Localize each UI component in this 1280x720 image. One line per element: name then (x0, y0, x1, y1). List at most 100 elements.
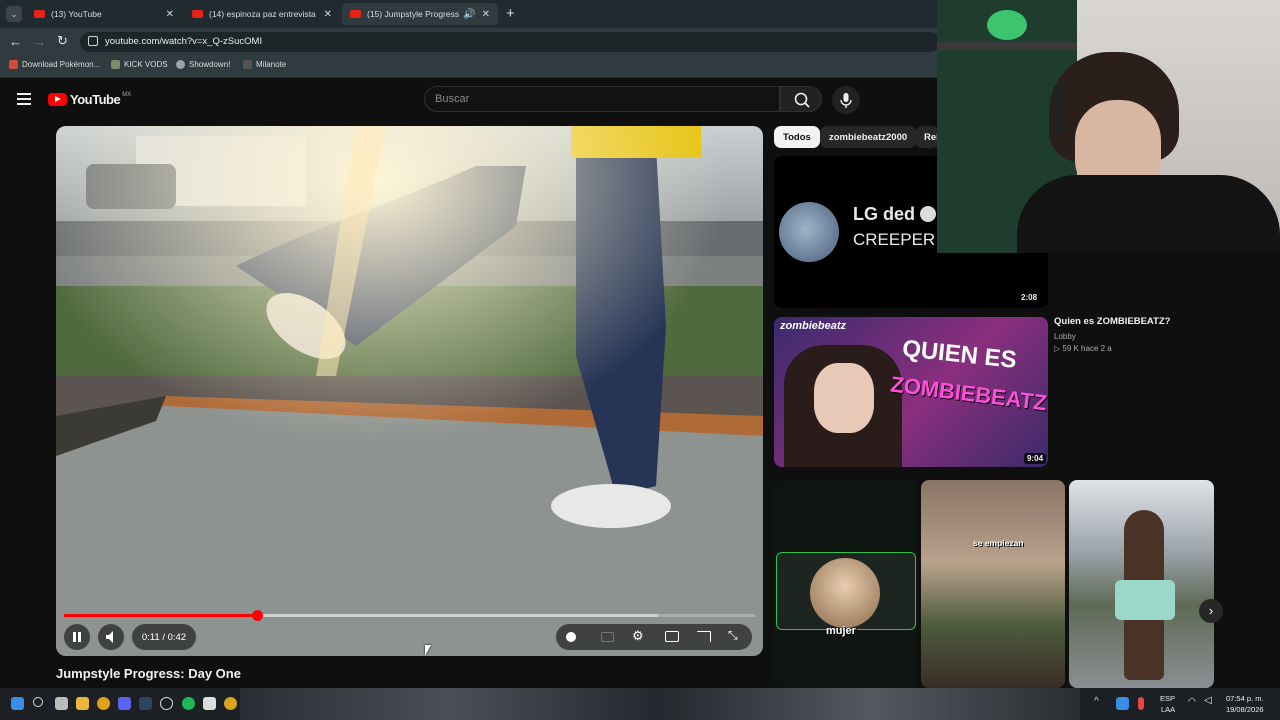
tray-chevron-icon[interactable]: ^ (1094, 696, 1099, 707)
webcam-overlay (937, 0, 1280, 253)
search-button[interactable] (780, 86, 822, 112)
chip-todos[interactable]: Todos (774, 126, 820, 148)
discord-icon[interactable] (118, 697, 131, 710)
autoplay-toggle-icon[interactable] (566, 632, 576, 642)
short-card-3[interactable] (1069, 480, 1214, 688)
recommended-title[interactable]: Quien es ZOMBIEBEATZ? (1054, 316, 1170, 327)
cast-icon[interactable] (697, 631, 711, 642)
settings-icon[interactable]: ⚙ (632, 628, 644, 644)
new-tab-button[interactable]: + (506, 5, 515, 22)
wifi-icon[interactable]: ◠ (1188, 696, 1196, 707)
volume-icon (106, 631, 113, 643)
close-tab-icon[interactable]: ✕ (166, 9, 174, 20)
task-view-icon[interactable] (55, 697, 68, 710)
language-code[interactable]: ESP (1160, 694, 1175, 703)
thumbnail-tag: zombiebeatz (780, 320, 847, 332)
youtube-logo[interactable]: YouTube MX (48, 92, 131, 107)
progress-track[interactable] (64, 610, 755, 621)
channel-name: LG ded (853, 204, 915, 224)
thumbnail-face (814, 363, 874, 433)
hamburger-menu-icon[interactable] (17, 93, 31, 105)
bookmark-label: Showdown! (189, 60, 231, 69)
bookmark-label: Milanote (256, 60, 287, 69)
volume-icon[interactable]: ◁ (1204, 695, 1212, 706)
tab-title: (13) YouTube (51, 9, 102, 19)
search-input[interactable]: Buscar (424, 86, 780, 112)
milanote-favicon-icon (243, 60, 252, 69)
file-explorer-icon[interactable] (76, 697, 89, 710)
recommended-thumbnail[interactable]: zombiebeatz QUIEN ES ZOMBIEBEATZ 9:04 (774, 317, 1048, 467)
youtube-favicon-icon (192, 10, 203, 18)
obs-icon[interactable] (160, 697, 173, 710)
clock-time[interactable]: 07:54 p. m. (1226, 694, 1264, 703)
bookmark-showdown[interactable]: Showdown! (176, 60, 230, 69)
kick-favicon-icon (111, 60, 120, 69)
microphone-icon[interactable] (1138, 697, 1144, 710)
subtitles-icon[interactable] (601, 632, 614, 642)
tab-espinoza[interactable]: (14) espinoza paz entrevista lo ✕ (184, 3, 340, 25)
clock-date[interactable]: 19/08/2026 (1226, 705, 1264, 714)
recommended-meta: ▷ 59 K hace 2 a (1054, 344, 1112, 353)
chip-related[interactable]: Rel (915, 126, 939, 148)
windows-start-icon[interactable] (11, 697, 24, 710)
steam-icon[interactable] (139, 697, 152, 710)
headphones-icon (1053, 84, 1065, 134)
close-tab-icon[interactable]: ✕ (482, 9, 490, 20)
url-text: youtube.com/watch?v=x_Q-zSucOMI (105, 36, 263, 47)
chrome-icon[interactable] (97, 697, 110, 710)
search-icon (794, 92, 810, 108)
capcut-icon[interactable] (203, 697, 216, 710)
video-frame (56, 126, 763, 656)
tray-app-icon[interactable] (1116, 697, 1129, 710)
thumbnail-text-1: QUIEN ES (900, 335, 1018, 374)
search-icon[interactable] (33, 697, 43, 707)
pause-button[interactable] (64, 624, 90, 650)
tab-youtube[interactable]: (13) YouTube ✕ (26, 3, 182, 25)
fullscreen-icon[interactable]: ⤡ (728, 628, 738, 643)
reload-icon[interactable]: ↻ (57, 33, 68, 49)
shorts-next-button[interactable]: › (1199, 599, 1223, 623)
browser-icon[interactable] (224, 697, 237, 710)
bookmark-kick-vods[interactable]: KICK VODS (111, 60, 168, 69)
short-card-1[interactable]: mujer (774, 480, 918, 688)
spotify-icon[interactable] (182, 697, 195, 710)
miniplayer-icon[interactable] (665, 631, 679, 642)
close-tab-icon[interactable]: ✕ (324, 9, 332, 20)
tab-menu-icon[interactable]: ⌄ (6, 6, 22, 22)
verified-icon (920, 206, 936, 222)
recommended-meta-text: 59 K hace 2 a (1062, 344, 1112, 353)
mouse-cursor-icon (425, 645, 431, 656)
forward-icon[interactable]: → (33, 34, 46, 49)
taskbar-wallpaper-strip (240, 688, 1080, 720)
video-player[interactable]: 0:11 / 0:42 ⚙ ⤡ (56, 126, 763, 656)
tab-jumpstyle[interactable]: (15) Jumpstyle Progress: Da 🔊 ✕ (342, 3, 498, 25)
recommended-channel[interactable]: Lobby (1054, 332, 1076, 341)
youtube-play-icon (48, 93, 67, 106)
bookmark-milanote[interactable]: Milanote (243, 60, 286, 69)
region-code: MX (122, 91, 132, 98)
channel-avatar (779, 202, 839, 262)
mute-button[interactable] (98, 624, 124, 650)
short-card-2[interactable]: se empiezan (921, 480, 1065, 688)
webcam-person-shirt (1017, 175, 1280, 253)
audio-playing-icon[interactable]: 🔊 (463, 9, 475, 20)
youtube-favicon-icon (34, 10, 45, 18)
short-caption: se empiezan (973, 538, 1024, 548)
played-bar (64, 614, 258, 617)
windows-taskbar: ^ ESP LAA ◠ ◁ 07:54 p. m. 19/08/2026 (0, 688, 1280, 720)
short-caption: mujer (826, 625, 856, 637)
thumbnail-text-2: ZOMBIEBEATZ (889, 371, 1048, 416)
chip-zombiebeatz2000[interactable]: zombiebeatz2000 (820, 126, 917, 148)
channel-subtitle: CREEPER (853, 230, 936, 249)
webcam-shelf-board (937, 42, 1077, 50)
duration-badge: 2:08 (1018, 292, 1041, 303)
back-icon[interactable]: ← (9, 34, 22, 49)
site-info-icon[interactable] (88, 36, 98, 46)
video-title: Jumpstyle Progress: Day One (56, 666, 241, 681)
address-bar[interactable]: youtube.com/watch?v=x_Q-zSucOMI (80, 32, 940, 52)
microphone-icon (840, 93, 852, 108)
voice-search-button[interactable] (832, 86, 860, 114)
bookmark-pokemon[interactable]: Download Pokémon... (9, 60, 100, 69)
language-sub: LAA (1161, 705, 1176, 714)
bookmark-label: Download Pokémon... (22, 60, 101, 69)
